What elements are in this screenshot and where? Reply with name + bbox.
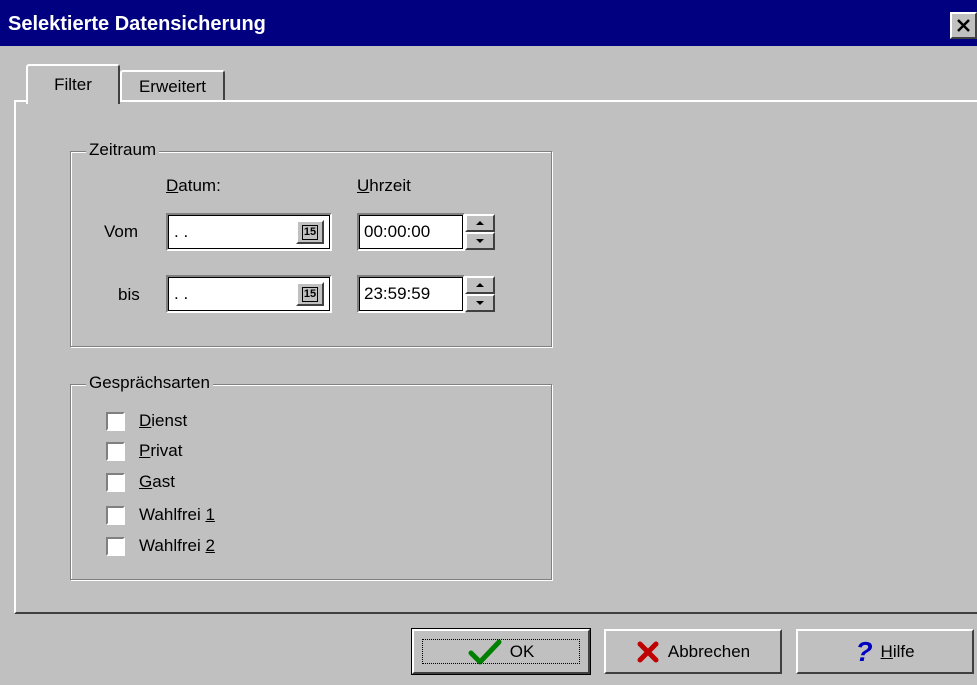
wahlfrei-2-prefix: Wahlfrei — [139, 536, 206, 555]
bis-time-spinner[interactable] — [465, 276, 495, 312]
dienst-label[interactable]: Dienst — [139, 411, 187, 431]
tab-filter-label: Filter — [54, 75, 92, 94]
wahlfrei-2-checkbox[interactable] — [106, 537, 125, 556]
wahlfrei-2-label[interactable]: Wahlfrei 2 — [139, 536, 215, 556]
calendar-icon: 15 — [301, 224, 319, 240]
help-button[interactable]: ? Hilfe — [796, 629, 974, 674]
privat-label[interactable]: Privat — [139, 441, 182, 461]
vom-calendar-button[interactable]: 15 — [296, 220, 324, 244]
zeitraum-title: Zeitraum — [86, 140, 160, 160]
cancel-button[interactable]: Abbrechen — [604, 629, 782, 674]
uhrzeit-label: Uhrzeit — [357, 176, 411, 195]
wahlfrei-1-key: 1 — [205, 505, 215, 524]
spin-up-button[interactable] — [465, 276, 495, 294]
wahlfrei-1-checkbox[interactable] — [106, 506, 125, 525]
bis-date-value: . . — [174, 284, 189, 303]
gast-checkbox[interactable] — [106, 473, 125, 492]
wahlfrei-2-key: 2 — [205, 536, 215, 555]
bis-date-field[interactable]: . . 15 — [166, 275, 332, 313]
dienst-checkbox[interactable] — [106, 412, 125, 431]
privat-checkbox[interactable] — [106, 442, 125, 461]
vom-date-value: . . — [174, 222, 189, 241]
gespraechsarten-title: Gesprächsarten — [86, 373, 213, 393]
calendar-icon: 15 — [301, 286, 319, 302]
vom-label: Vom — [104, 222, 139, 241]
arrow-down-icon — [476, 301, 484, 305]
cancel-label: Abbrechen — [667, 641, 751, 661]
arrow-up-icon — [476, 283, 484, 287]
cancel-x-icon — [637, 641, 659, 662]
bis-time-field[interactable]: 23:59:59 — [357, 275, 465, 313]
bis-time-value: 23:59:59 — [364, 284, 431, 303]
spin-down-button[interactable] — [465, 294, 495, 312]
arrow-up-icon — [476, 221, 484, 225]
help-label: Hilfe — [880, 641, 915, 661]
vom-time-value: 00:00:00 — [364, 222, 431, 241]
close-button[interactable] — [950, 12, 977, 39]
spin-up-button[interactable] — [465, 214, 495, 232]
gast-label[interactable]: Gast — [139, 472, 175, 492]
spin-down-button[interactable] — [465, 232, 495, 250]
vom-time-spinner[interactable] — [465, 214, 495, 250]
wahlfrei-1-prefix: Wahlfrei — [139, 505, 206, 524]
bis-label: bis — [118, 285, 140, 304]
vom-date-field[interactable]: . . 15 — [166, 213, 332, 251]
vom-time-field[interactable]: 00:00:00 — [357, 213, 465, 251]
window-title: Selektierte Datensicherung — [8, 13, 266, 35]
datum-label: Datum: — [166, 176, 221, 195]
arrow-down-icon — [476, 239, 484, 243]
wahlfrei-1-label[interactable]: Wahlfrei 1 — [139, 505, 215, 525]
tab-erweitert[interactable]: Erweitert — [120, 70, 225, 102]
ok-button[interactable]: OK — [411, 628, 591, 675]
help-question-icon: ? — [855, 635, 873, 667]
focus-indicator — [422, 639, 580, 664]
close-icon — [957, 19, 970, 32]
tab-filter[interactable]: Filter — [26, 64, 120, 104]
tab-erweitert-label: Erweitert — [138, 77, 207, 96]
bis-calendar-button[interactable]: 15 — [296, 282, 324, 306]
